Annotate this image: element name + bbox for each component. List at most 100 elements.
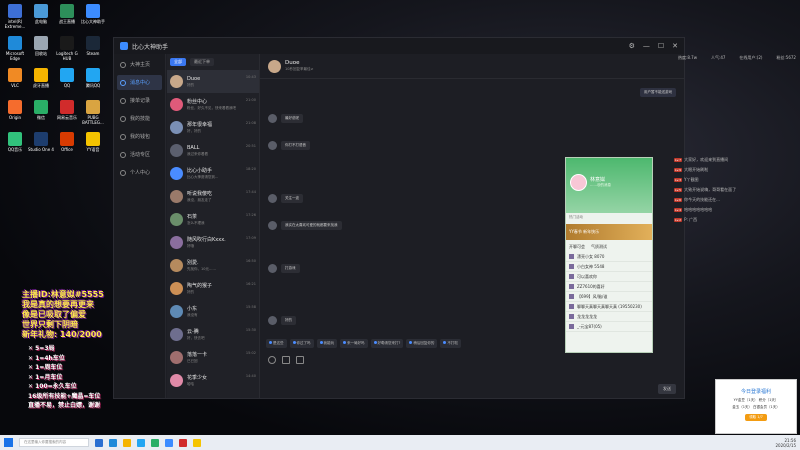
desktop-icon[interactable]: intel(R) Extreme... <box>2 4 28 29</box>
close-button[interactable]: ✕ <box>672 42 678 50</box>
system-clock[interactable]: 21:56 2020/2/15 <box>775 438 796 448</box>
desktop-icon[interactable]: YY语音 <box>80 132 106 152</box>
desktop-icon[interactable]: 虎牙直播 <box>28 68 54 88</box>
desktop-icon[interactable]: 腾讯QQ <box>80 68 106 88</box>
message-avatar[interactable] <box>268 194 277 203</box>
quick-reply-button[interactable]: 稍后回复你的 <box>406 339 438 348</box>
desktop-icon[interactable]: QQ <box>54 68 80 88</box>
desktop-icon[interactable]: Steam <box>80 36 106 56</box>
desktop-icon[interactable]: 此电脑 <box>28 4 54 24</box>
conversation-item[interactable]: 粉丝中心 粉丝，好久不见，快来看看我吧 21:00 <box>167 93 259 116</box>
music-taskbar-icon[interactable] <box>179 438 187 447</box>
conversation-item[interactable]: 石茶 怎么不理我 17:26 <box>167 208 259 231</box>
conversation-item[interactable]: 随风吹行白Kxxx. 好哦 17:09 <box>167 231 259 254</box>
send-button[interactable]: 发送 <box>658 384 676 394</box>
sidebar-item[interactable]: 我的技能 <box>114 111 165 126</box>
conversation-item[interactable]: 陶气的猴子 好的 16:21 <box>167 277 259 300</box>
danmu-message: Lv.7 大家好，欢迎来到直播间 <box>674 155 800 164</box>
claim-button[interactable]: 领取 1/7 <box>745 414 767 421</box>
desktop-icon-label: Origin <box>8 115 22 120</box>
edge-icon[interactable] <box>109 438 117 447</box>
gift-icon[interactable] <box>296 356 304 364</box>
quick-reply-button[interactable]: 是这些 <box>266 339 287 348</box>
maximize-button[interactable]: ☐ <box>658 42 664 50</box>
emoji-icon[interactable] <box>268 356 276 364</box>
quick-reply-button[interactable]: 不打啦 <box>440 339 461 348</box>
task-view-icon[interactable] <box>95 438 103 447</box>
qq-list-row[interactable]: 漂亮小女 8070 <box>566 252 652 262</box>
desktop-icon[interactable]: 回收站 <box>28 36 54 56</box>
desktop-icon[interactable]: QQ音乐 <box>2 132 28 152</box>
quick-reply-button[interactable]: 我能玩 <box>316 339 337 348</box>
sidebar-item[interactable]: 大神主页 <box>114 57 165 72</box>
message-avatar[interactable] <box>268 114 277 123</box>
sidebar-item[interactable]: 接单记录 <box>114 93 165 108</box>
message-avatar[interactable] <box>268 141 277 150</box>
desktop-icon[interactable]: 比心大神助手 <box>80 4 106 24</box>
conversation-item[interactable]: 小东 我没有 15:58 <box>167 300 259 323</box>
message-bubble: 关注一波 <box>281 194 303 203</box>
sidebar-item[interactable]: 个人中心 <box>114 165 165 180</box>
wechat-taskbar-icon[interactable] <box>151 438 159 447</box>
desktop-icon[interactable]: Origin <box>2 100 28 120</box>
message-avatar[interactable] <box>268 264 277 273</box>
qq-avatar[interactable] <box>570 174 587 191</box>
message-avatar[interactable] <box>268 221 277 230</box>
conversation-item[interactable]: 那年很幸福 好，好的 21:08 <box>167 116 259 139</box>
folder-icon[interactable] <box>123 438 131 447</box>
quick-reply-dot-icon <box>292 341 296 344</box>
minimize-button[interactable]: — <box>643 42 650 50</box>
image-icon[interactable] <box>282 356 290 364</box>
qq-taskbar-icon[interactable] <box>137 438 145 447</box>
taskbar-search[interactable]: 在这里输入你要搜索的内容 <box>19 438 89 447</box>
conversation-filter-tab[interactable]: 全部 <box>170 58 186 66</box>
sidebar-item[interactable]: 活动专区 <box>114 147 165 162</box>
title-bar[interactable]: 比心大神助手 ⚙ — ☐ ✕ <box>114 38 684 54</box>
sidebar-item[interactable]: 我的钱包 <box>114 129 165 144</box>
desktop-icon[interactable]: PUBG BATTLEG... <box>80 100 106 125</box>
qq-list-row[interactable]: 【699】风/脑/谁 <box>566 292 652 302</box>
qq-list-row[interactable]: 可以喜欢你 <box>566 272 652 282</box>
quick-reply-button[interactable]: 你过了吗 <box>289 339 314 348</box>
sidebar-item[interactable]: 消息中心 <box>117 75 162 90</box>
desktop-icon[interactable]: 网易云音乐 <box>54 100 80 120</box>
conversation-item[interactable]: 比心小助手 比心大神邀请您到... 18:20 <box>167 162 259 185</box>
qq-list-row[interactable]: 龙龙龙龙龙 <box>566 312 652 322</box>
conversation-preview: 好，好的 <box>187 129 201 133</box>
desktop-icon[interactable]: VLC <box>2 68 28 88</box>
qq-row-text: _-元宝87(05) <box>577 323 602 329</box>
quick-reply-button[interactable]: 好嘞请您来打? <box>370 339 404 348</box>
desktop-icon[interactable]: Studio One 4 <box>28 132 54 152</box>
desktop-icon[interactable]: Microsoft Edge <box>2 36 28 61</box>
app-shortcut-icon <box>86 132 100 146</box>
bixin-taskbar-icon[interactable] <box>165 438 173 447</box>
conversation-item[interactable]: Duoe 好的 10:43 <box>167 70 259 93</box>
qq-banner[interactable]: YY春节 新年快乐 <box>566 224 652 240</box>
desktop-icon[interactable]: Logitech G HUB <box>54 36 80 61</box>
conversation-item[interactable]: BALL 我过来你看看 20:51 <box>167 139 259 162</box>
message-avatar[interactable] <box>268 316 277 325</box>
conversation-item[interactable]: 落落一卡 已已回 15:02 <box>167 346 259 369</box>
qq-tab-2[interactable]: 气质测试 <box>591 244 607 250</box>
settings-icon[interactable]: ⚙ <box>629 42 635 50</box>
qq-list-row[interactable]: _-元宝87(05) <box>566 322 652 332</box>
desktop-icon[interactable]: 微信 <box>28 100 54 120</box>
desktop-icon[interactable]: 战王直播 <box>54 4 80 24</box>
danmu-text: 大眼开始刷啦 <box>684 166 709 172</box>
qq-tab-1[interactable]: 开聊可会 <box>569 244 585 250</box>
qq-list-row[interactable]: 聊聊天真聊天真聊天真 (19550230) <box>566 302 652 312</box>
conversation-item[interactable]: 听说我傻吃 我没，朋友走了 17:44 <box>167 185 259 208</box>
qq-list-row[interactable]: ZZ7610的喜好 <box>566 282 652 292</box>
conversation-filter-tab[interactable]: 最近下单 <box>190 58 214 66</box>
chat-avatar[interactable] <box>268 59 281 73</box>
promo-rule: 直播不易，禁止白嫖，谢谢 <box>28 402 101 409</box>
qq-list-row[interactable]: 小白女神 5548 <box>566 262 652 272</box>
yy-taskbar-icon[interactable] <box>193 438 201 447</box>
start-icon[interactable] <box>4 438 13 447</box>
desktop-icon[interactable]: Office <box>54 132 80 152</box>
conversation-item[interactable]: 花季少女 哈哈 14:40 <box>167 369 259 392</box>
conversation-item[interactable]: 別愛. 先找你，10元…… 16:50 <box>167 254 259 277</box>
quick-reply-button[interactable]: 来一局好吗 <box>340 339 368 348</box>
conversation-item[interactable]: 云-腾 好，快去吧 15:30 <box>167 323 259 346</box>
danmu-text: Y丫截图 <box>684 176 699 182</box>
